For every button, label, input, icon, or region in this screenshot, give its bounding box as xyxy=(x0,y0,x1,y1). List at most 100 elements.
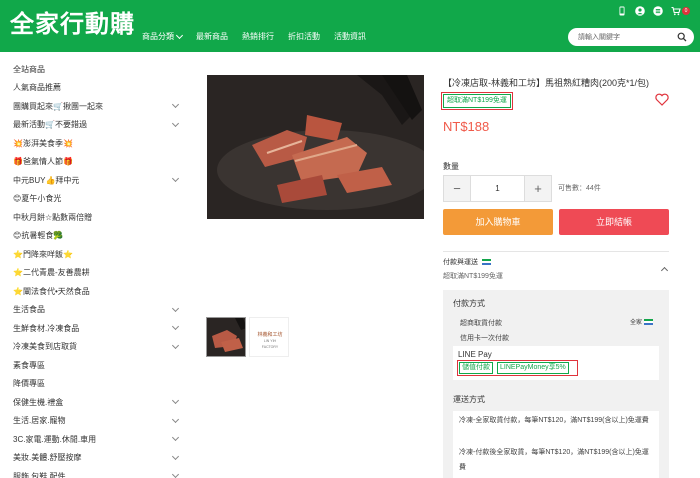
sidebar-item[interactable]: 美妝.美體.舒壓按摩 xyxy=(13,449,183,468)
linepay-box: LINE Pay 儲值付款 LINEPayMoney享5% xyxy=(453,346,659,380)
nav-item-categories[interactable]: 商品分類 xyxy=(142,31,184,42)
sidebar-item[interactable]: 3C.家電.運動.休閒.車用 xyxy=(13,430,183,449)
chevron-down-icon[interactable] xyxy=(171,452,180,460)
header-icons: 0 xyxy=(617,6,690,16)
product-thumbnail-1[interactable] xyxy=(206,317,246,357)
sidebar-item[interactable]: 保健生機.禮盒 xyxy=(13,393,183,412)
linepay-tag-stored-value: 儲值付款 xyxy=(459,362,493,374)
sidebar-item[interactable]: 生活.居家.寵物 xyxy=(13,412,183,431)
search-input[interactable] xyxy=(578,32,674,42)
search-icon[interactable] xyxy=(677,32,687,42)
nav-item-bestsellers[interactable]: 熱銷排行 xyxy=(242,32,274,42)
sidebar-item-label: 素食專區 xyxy=(13,360,45,370)
sidebar-item-label: ⭐闡法食代•天然食品 xyxy=(13,286,90,296)
chevron-down-icon[interactable] xyxy=(171,471,180,478)
cart-icon xyxy=(671,6,681,16)
sidebar-item[interactable]: 團購買起來🛒揪團一起來 xyxy=(13,97,183,116)
grilled-pork-photo xyxy=(207,75,424,219)
payment-shipping-section-header[interactable]: 付款與運送 超取滿NT$199免運 xyxy=(443,251,669,281)
chevron-down-icon[interactable] xyxy=(171,397,180,405)
sidebar-item[interactable]: 💥澎湃美食季💥 xyxy=(13,134,183,153)
product-price: NT$188 xyxy=(443,119,490,134)
sidebar-item-label: 團購買起來🛒揪團一起來 xyxy=(13,101,103,111)
sidebar-item[interactable]: 生鮮食材.冷凍食品 xyxy=(13,319,183,338)
nav-item-label: 商品分類 xyxy=(142,32,174,41)
sidebar-item-label: 😊夏午小食光 xyxy=(13,194,62,204)
sidebar-item[interactable]: 素食專區 xyxy=(13,356,183,375)
sidebar-item-label: 全站商品 xyxy=(13,64,45,74)
chevron-down-icon xyxy=(175,31,184,40)
chevron-down-icon[interactable] xyxy=(171,323,180,331)
nav-item-new[interactable]: 最新商品 xyxy=(196,32,228,42)
familymart-badge: 全家 xyxy=(630,317,653,326)
nav-item-discounts[interactable]: 折扣活動 xyxy=(288,32,320,42)
stock-count: 可售數：44件 xyxy=(558,185,601,192)
site-logo[interactable]: 全家行動購 xyxy=(10,10,135,38)
shipping-method-title: 運送方式 xyxy=(453,395,485,404)
buy-now-button[interactable]: 立即結帳 xyxy=(559,209,669,235)
sidebar-item-label: ⭐門降來咩飯⭐ xyxy=(13,249,73,259)
section-subtitle: 超取滿NT$199免運 xyxy=(443,273,503,280)
chevron-down-icon[interactable] xyxy=(171,175,180,183)
sidebar-item-label: 降價專區 xyxy=(13,379,45,389)
search-bar xyxy=(568,28,694,46)
payment-method-credit-card: 信用卡一次付款 xyxy=(460,335,509,342)
heart-icon[interactable] xyxy=(655,93,669,106)
phone-icon[interactable] xyxy=(617,6,627,16)
quantity-decrease-button[interactable]: − xyxy=(444,176,470,201)
menu-icon[interactable] xyxy=(653,6,663,16)
cart-button[interactable]: 0 xyxy=(671,6,690,16)
chevron-down-icon[interactable] xyxy=(171,415,180,423)
sidebar-item-label: 中秋月餅☆點數兩倍贈 xyxy=(13,212,93,222)
sidebar-item-label: ⭐二代青農-友善農耕 xyxy=(13,268,90,278)
quantity-label: 數量 xyxy=(443,162,459,171)
sidebar-item[interactable]: 🎁爸氣情人節🎁 xyxy=(13,153,183,172)
sidebar-item[interactable]: ⭐門降來咩飯⭐ xyxy=(13,245,183,264)
sidebar-item[interactable]: 最新活動🛒不要錯過 xyxy=(13,116,183,135)
sidebar-item[interactable]: 😊夏午小食光 xyxy=(13,190,183,209)
product-main-image[interactable] xyxy=(207,75,424,219)
payment-method-cod: 超商取貨付款 xyxy=(460,320,502,327)
sidebar-item-label: 生活食品 xyxy=(13,305,45,315)
quantity-stepper: − 1 + xyxy=(443,175,552,202)
nav-item-events[interactable]: 活動資訊 xyxy=(334,32,366,42)
product-thumbnail-2[interactable]: 林義和工坊 LIN YIH FACTORY xyxy=(249,317,289,357)
section-title: 付款與運送 xyxy=(443,259,478,266)
main-nav: 商品分類 最新商品 熱銷排行 折扣活動 活動資訊 xyxy=(142,31,366,42)
chevron-down-icon[interactable] xyxy=(171,119,180,127)
payment-method-title: 付款方式 xyxy=(453,299,485,308)
user-icon[interactable] xyxy=(635,6,645,16)
category-sidebar: 全站商品人氣商品推薦團購買起來🛒揪團一起來 最新活動🛒不要錯過 💥澎湃美食季💥 🎁爸氣… xyxy=(13,60,183,478)
sidebar-item[interactable]: 中元BUY👍拜中元 xyxy=(13,171,183,190)
sidebar-item-label: 保健生機.禮盒 xyxy=(13,397,64,407)
sidebar-item[interactable]: 😊抗暑輕食🥦 xyxy=(13,227,183,246)
sidebar-item-label: 😊抗暑輕食🥦 xyxy=(13,231,64,241)
free-shipping-badge: 超取滿NT$199免運 xyxy=(441,92,513,110)
sidebar-item-label: 🎁爸氣情人節🎁 xyxy=(13,157,73,167)
sidebar-item[interactable]: ⭐二代青農-友善農耕 xyxy=(13,264,183,283)
sidebar-item[interactable]: ⭐闡法食代•天然食品 xyxy=(13,282,183,301)
sidebar-item-label: 人氣商品推薦 xyxy=(13,83,61,93)
sidebar-item-label: 生鮮食材.冷凍食品 xyxy=(13,323,80,333)
chevron-down-icon[interactable] xyxy=(171,341,180,349)
quantity-value[interactable]: 1 xyxy=(470,176,525,201)
quantity-increase-button[interactable]: + xyxy=(525,176,551,201)
sidebar-item-label: 冷凍美食到店取貨 xyxy=(13,342,77,352)
chevron-down-icon[interactable] xyxy=(171,434,180,442)
sidebar-item[interactable]: 中秋月餅☆點數兩倍贈 xyxy=(13,208,183,227)
sidebar-item[interactable]: 降價專區 xyxy=(13,375,183,394)
chevron-down-icon[interactable] xyxy=(171,304,180,312)
sidebar-item[interactable]: 全站商品 xyxy=(13,60,183,79)
sidebar-item-label: 💥澎湃美食季💥 xyxy=(13,138,73,148)
sidebar-item[interactable]: 生活食品 xyxy=(13,301,183,320)
sidebar-item-label: 最新活動🛒不要錯過 xyxy=(13,120,87,130)
sidebar-item[interactable]: 冷凍美食到店取貨 xyxy=(13,338,183,357)
product-title: 【冷凍店取-林義和工坊】馬祖熟紅糟肉(200克*1/包) xyxy=(443,78,650,88)
chevron-down-icon[interactable] xyxy=(171,101,180,109)
add-to-cart-button[interactable]: 加入購物車 xyxy=(443,209,553,235)
sidebar-item[interactable]: 服飾.包鞋.配件 xyxy=(13,467,183,478)
sidebar-item-label: 生活.居家.寵物 xyxy=(13,416,66,426)
sidebar-item-label: 中元BUY👍拜中元 xyxy=(13,175,80,185)
sidebar-item[interactable]: 人氣商品推薦 xyxy=(13,79,183,98)
brand-logo: 林義和工坊 LIN YIH FACTORY xyxy=(257,332,283,349)
